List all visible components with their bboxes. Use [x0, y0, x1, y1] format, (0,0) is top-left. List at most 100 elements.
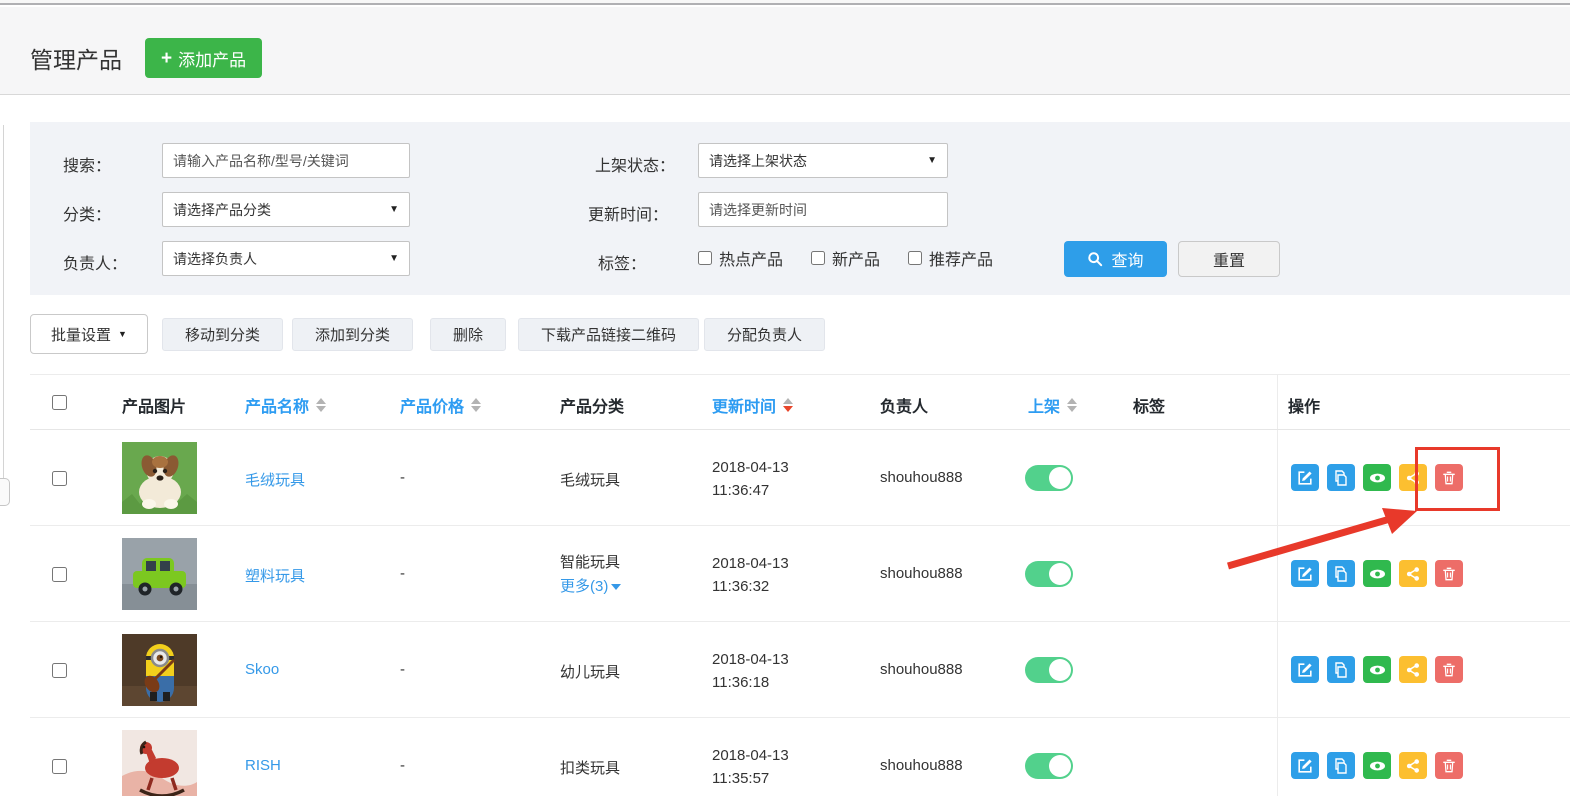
more-categories-link[interactable]: 更多(3) [560, 575, 621, 599]
row-checkbox[interactable] [52, 663, 67, 678]
share-button[interactable] [1399, 656, 1427, 683]
top-window-strip [0, 0, 1570, 5]
assign-owner-button[interactable]: 分配负责人 [704, 318, 825, 351]
column-header-onshelf-label: 上架 [1028, 393, 1060, 417]
select-all-checkbox[interactable] [52, 395, 67, 410]
edit-button[interactable] [1291, 752, 1319, 779]
edit-icon [1297, 470, 1313, 486]
column-header-time[interactable]: 更新时间 [712, 393, 793, 417]
copy-button[interactable] [1327, 752, 1355, 779]
search-input[interactable] [162, 143, 410, 178]
recommend-product-checkbox[interactable] [908, 251, 922, 265]
delete-button[interactable] [1435, 752, 1463, 779]
product-table: 产品图片 产品名称 产品价格 产品分类 更新时间 负责人 上架 标签 操作 [30, 374, 1570, 796]
more-label: 更多(3) [560, 575, 608, 599]
row-checkbox[interactable] [52, 567, 67, 582]
add-product-button[interactable]: + 添加产品 [145, 38, 262, 78]
edit-icon [1297, 566, 1313, 582]
tags-label: 标签： [598, 250, 646, 274]
hot-product-checkbox[interactable] [698, 251, 712, 265]
share-button[interactable] [1399, 560, 1427, 587]
table-row: 毛绒玩具 - 毛绒玩具 2018-04-13 11:36:47 shouhou8… [30, 430, 1570, 526]
copy-button[interactable] [1327, 560, 1355, 587]
delete-button[interactable] [1435, 560, 1463, 587]
batch-settings-dropdown[interactable]: 批量设置 ▼ [30, 314, 148, 354]
toggle-knob [1049, 563, 1071, 585]
column-header-actions: 操作 [1288, 393, 1320, 417]
category-select[interactable]: 请选择产品分类 ▼ [162, 192, 410, 227]
copy-button[interactable] [1327, 656, 1355, 683]
copy-button[interactable] [1327, 464, 1355, 491]
column-header-name-label: 产品名称 [245, 393, 309, 417]
row-actions [1291, 656, 1463, 683]
on-shelf-toggle[interactable] [1025, 657, 1073, 683]
hot-product-label: 热点产品 [719, 246, 783, 270]
edit-button[interactable] [1291, 560, 1319, 587]
tag-checkbox-recommend[interactable]: 推荐产品 [908, 246, 993, 270]
recommend-product-label: 推荐产品 [929, 246, 993, 270]
sort-carets-icon [316, 398, 326, 412]
product-name-link[interactable]: RISH [245, 757, 281, 774]
preview-button[interactable] [1363, 464, 1391, 491]
product-category: 扣类玩具 [560, 757, 620, 778]
move-to-category-button[interactable]: 移动到分类 [162, 318, 283, 351]
reset-button[interactable]: 重置 [1178, 241, 1280, 277]
owner-select[interactable]: 请选择负责人 ▼ [162, 241, 410, 276]
product-management-page: 管理产品 + 添加产品 搜索： 上架状态： 请选择上架状态 ▼ 分类： 请选择产… [0, 0, 1570, 796]
on-shelf-toggle[interactable] [1025, 465, 1073, 491]
owner-name: shouhou888 [880, 661, 963, 678]
delete-batch-button[interactable]: 删除 [430, 318, 506, 351]
product-name-link[interactable]: Skoo [245, 661, 279, 678]
eye-icon [1369, 566, 1386, 582]
tag-checkbox-new[interactable]: 新产品 [811, 246, 880, 270]
column-header-onshelf[interactable]: 上架 [1028, 393, 1077, 417]
edit-button[interactable] [1291, 464, 1319, 491]
category-label: 分类： [63, 201, 111, 225]
preview-button[interactable] [1363, 560, 1391, 587]
product-name-link[interactable]: 毛绒玩具 [245, 469, 305, 490]
share-button[interactable] [1399, 464, 1427, 491]
table-row: RISH - 扣类玩具 2018-04-13 11:35:57 shouhou8… [30, 718, 1570, 796]
search-label: 搜索： [63, 152, 111, 176]
trash-icon [1441, 566, 1457, 582]
product-name-link[interactable]: 塑料玩具 [245, 565, 305, 586]
product-category: 毛绒玩具 [560, 469, 620, 490]
eye-icon [1369, 758, 1386, 774]
download-qrcode-button[interactable]: 下载产品链接二维码 [518, 318, 699, 351]
share-icon [1405, 470, 1421, 486]
left-panel-edge [3, 125, 4, 480]
delete-button[interactable] [1435, 656, 1463, 683]
query-button-label: 查询 [1111, 247, 1143, 271]
row-actions [1291, 560, 1463, 587]
new-product-checkbox[interactable] [811, 251, 825, 265]
column-header-category: 产品分类 [560, 393, 624, 417]
delete-button[interactable] [1435, 464, 1463, 491]
add-to-category-button[interactable]: 添加到分类 [292, 318, 413, 351]
query-button[interactable]: 查询 [1064, 241, 1167, 277]
sort-carets-icon [1067, 398, 1077, 412]
update-time: 2018-04-13 11:36:47 [712, 456, 789, 502]
chevron-down-icon: ▼ [118, 329, 127, 339]
column-header-price[interactable]: 产品价格 [400, 393, 481, 417]
update-date: 2018-04-13 [712, 744, 789, 767]
status-select[interactable]: 请选择上架状态 ▼ [698, 143, 948, 178]
edit-button[interactable] [1291, 656, 1319, 683]
page-header: 管理产品 + 添加产品 [0, 7, 1570, 95]
column-header-name[interactable]: 产品名称 [245, 393, 326, 417]
share-icon [1405, 662, 1421, 678]
table-row: 塑料玩具 - 智能玩具 更多(3) 2018-04-13 11:36:32 sh… [30, 526, 1570, 622]
on-shelf-toggle[interactable] [1025, 561, 1073, 587]
product-price: - [400, 757, 405, 774]
copy-icon [1333, 758, 1349, 774]
sidebar-collapse-handle[interactable] [0, 478, 10, 506]
trash-icon [1441, 662, 1457, 678]
row-checkbox[interactable] [52, 759, 67, 774]
share-button[interactable] [1399, 752, 1427, 779]
preview-button[interactable] [1363, 752, 1391, 779]
row-checkbox[interactable] [52, 471, 67, 486]
preview-button[interactable] [1363, 656, 1391, 683]
update-date: 2018-04-13 [712, 456, 789, 479]
update-time-input[interactable] [698, 192, 948, 227]
on-shelf-toggle[interactable] [1025, 753, 1073, 779]
tag-checkbox-hot[interactable]: 热点产品 [698, 246, 783, 270]
